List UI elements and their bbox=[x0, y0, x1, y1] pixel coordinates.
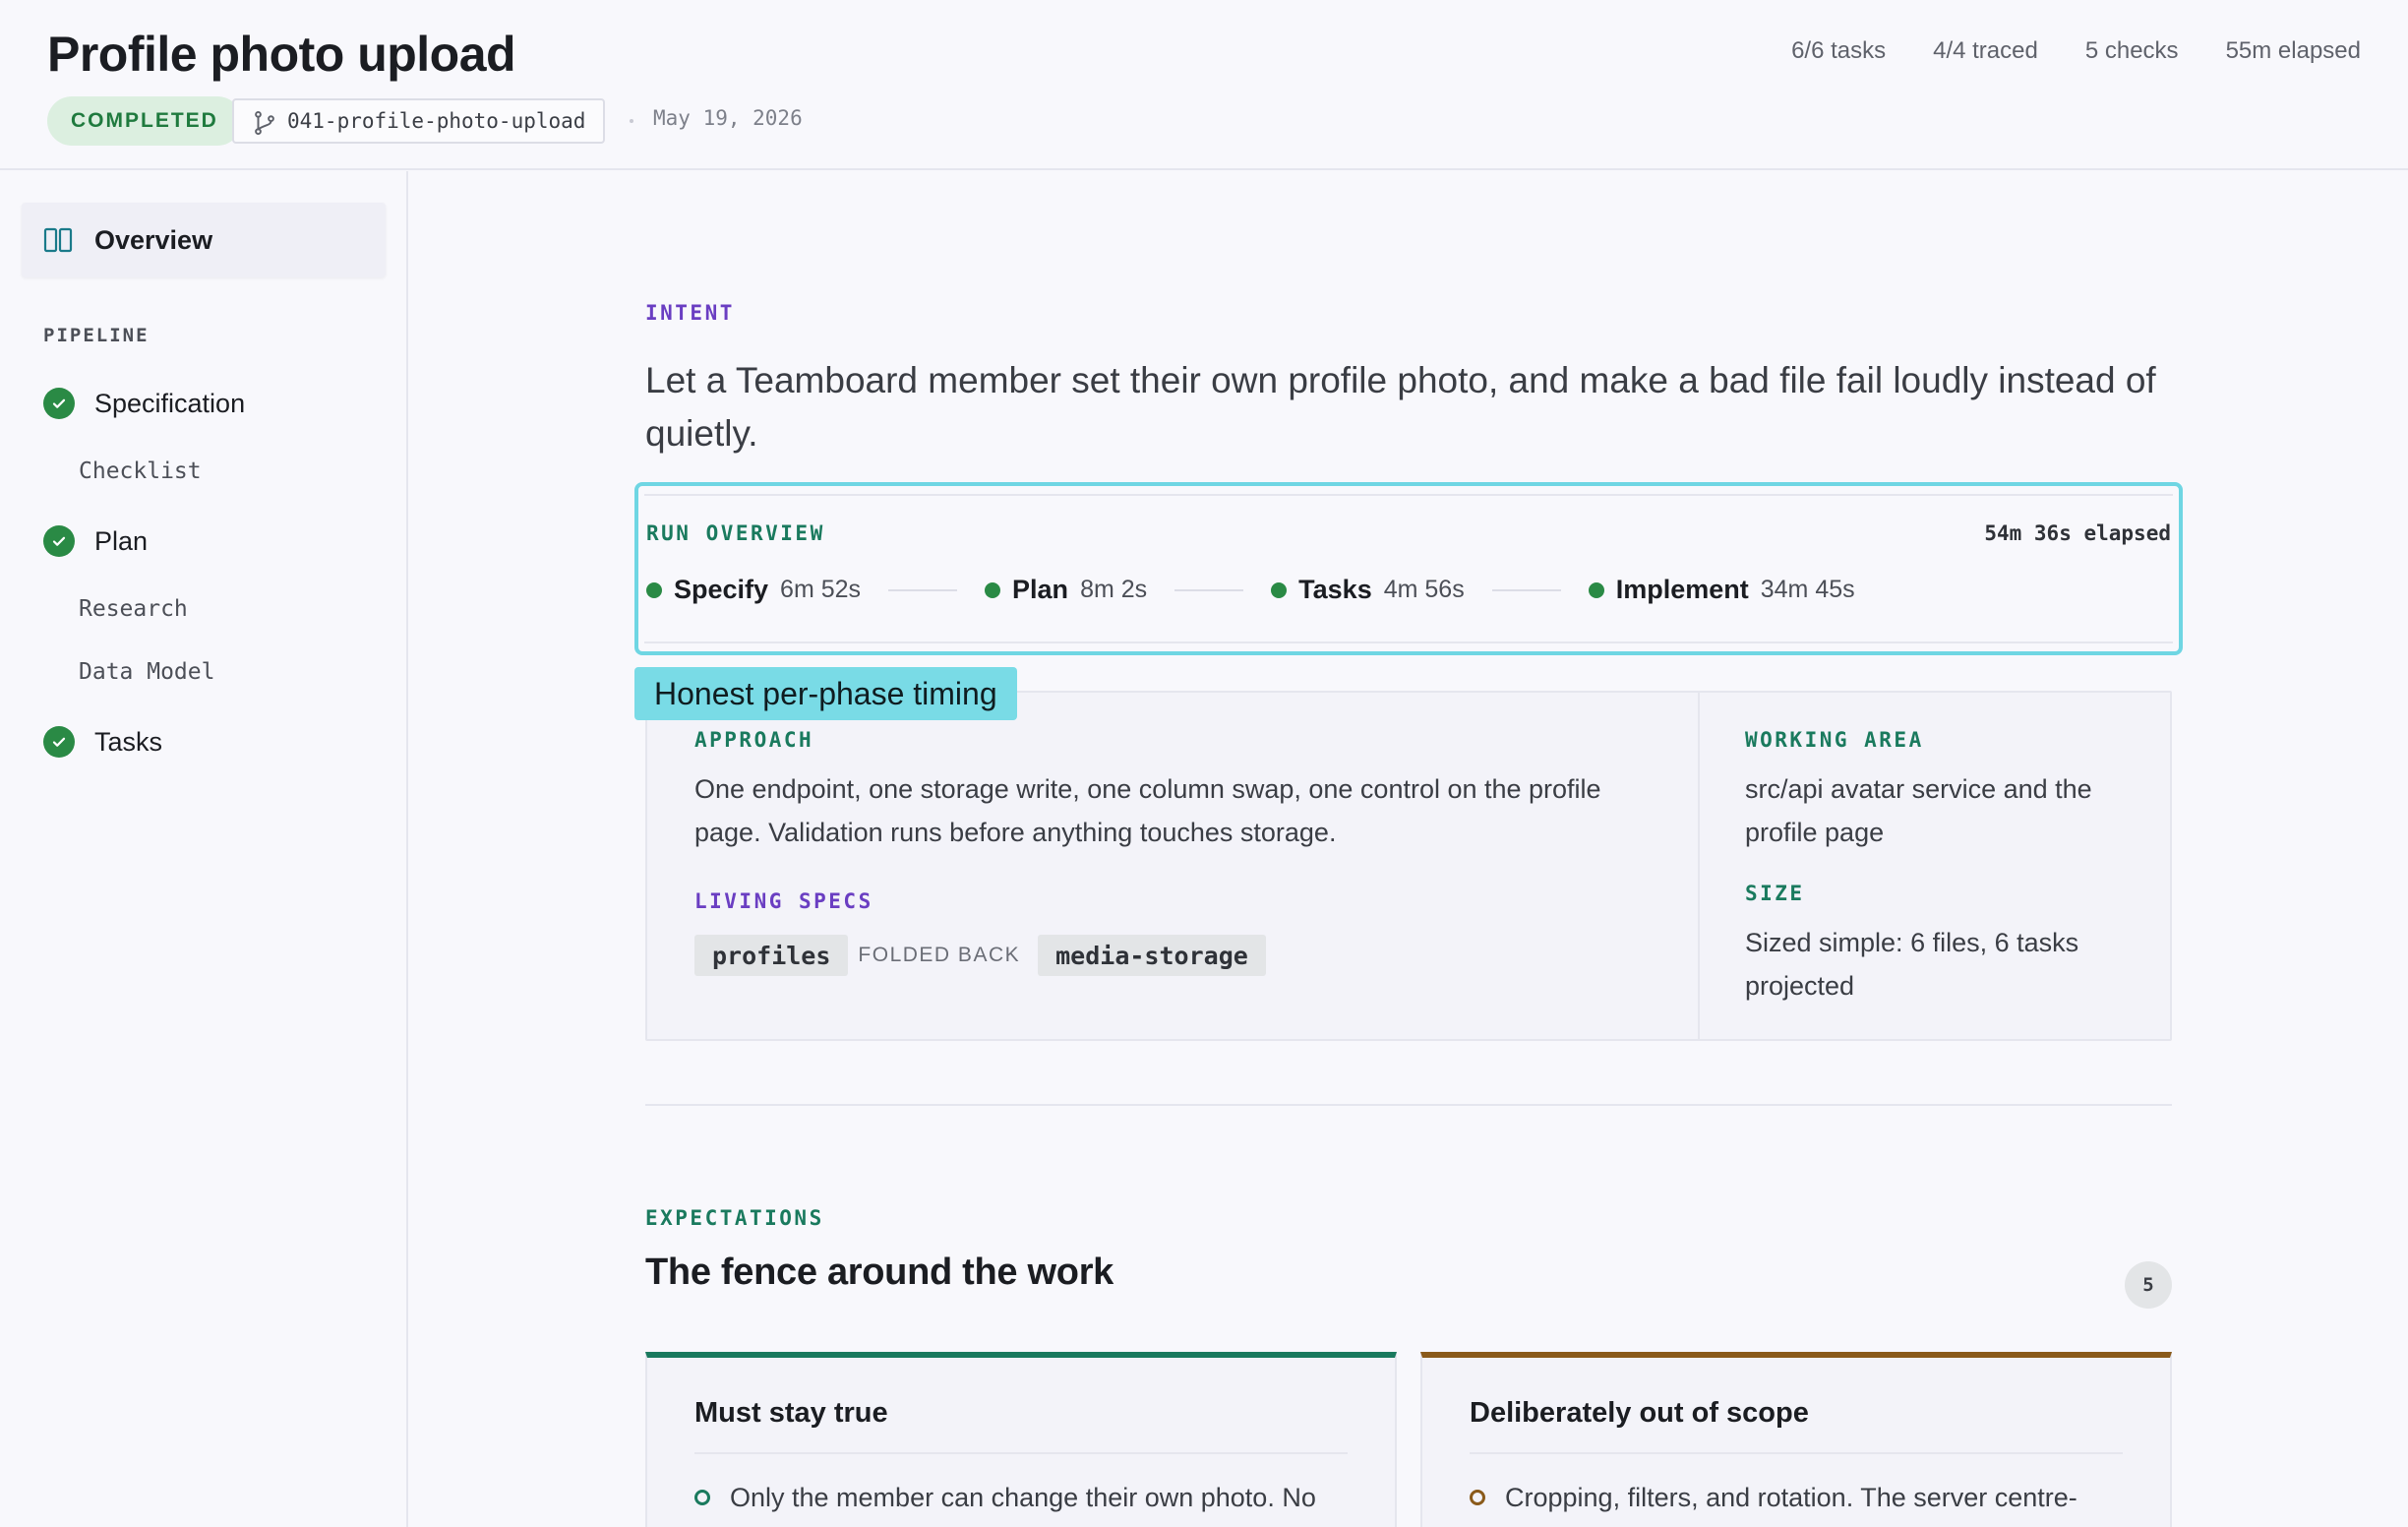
status-badge: COMPLETED bbox=[47, 96, 242, 146]
spec-chip-media-storage[interactable]: media-storage bbox=[1038, 935, 1266, 976]
status-dot-icon bbox=[646, 581, 662, 598]
card-title: Deliberately out of scope bbox=[1470, 1397, 1809, 1429]
branch-name: 041-profile-photo-upload bbox=[287, 109, 586, 133]
sidebar-item-specification[interactable]: Specification bbox=[43, 388, 245, 419]
git-branch-icon bbox=[255, 110, 274, 136]
check-circle-icon bbox=[43, 525, 75, 557]
living-specs-row: profiles FOLDED BACK media-storage bbox=[694, 935, 1266, 976]
working-area-text: src/api avatar service and the profile p… bbox=[1745, 774, 2092, 847]
sidebar-item-overview[interactable]: Overview bbox=[22, 203, 386, 277]
check-circle-icon bbox=[43, 726, 75, 758]
card-divider bbox=[1698, 693, 1700, 1039]
sidebar-item-tasks[interactable]: Tasks bbox=[43, 726, 162, 758]
size-label: SIZE bbox=[1745, 882, 1805, 905]
intent-text: Let a Teamboard member set their own pro… bbox=[645, 360, 2156, 454]
approach-card: APPROACH One endpoint, one storage write… bbox=[645, 691, 2172, 1041]
expectations-count-badge: 5 bbox=[2125, 1261, 2172, 1309]
circle-bullet-icon bbox=[1470, 1490, 1485, 1505]
list-item: Only the member can change their own pho… bbox=[694, 1476, 1348, 1519]
working-area-label: WORKING AREA bbox=[1745, 728, 1924, 752]
sidebar-item-label: Tasks bbox=[94, 726, 163, 757]
status-dot-icon bbox=[985, 581, 1001, 598]
header-stats: 6/6 tasks 4/4 traced 5 checks 55m elapse… bbox=[1791, 37, 2361, 65]
phase-plan: Plan 8m 2s bbox=[985, 575, 1147, 605]
spec-chip-profiles[interactable]: profiles bbox=[694, 935, 849, 976]
sidebar-item-plan[interactable]: Plan bbox=[43, 525, 148, 557]
list-item: Cropping, filters, and rotation. The ser… bbox=[1470, 1476, 2123, 1519]
sidebar: Overview PIPELINE Specification Checklis… bbox=[0, 171, 408, 1527]
sidebar-item-research[interactable]: Research bbox=[79, 596, 188, 622]
card-title: Must stay true bbox=[694, 1397, 888, 1429]
check-circle-icon bbox=[43, 388, 75, 419]
intent-label: INTENT bbox=[645, 301, 735, 325]
approach-label: APPROACH bbox=[694, 728, 814, 752]
phase-tasks: Tasks 4m 56s bbox=[1271, 575, 1465, 605]
timing-callout-label: Honest per-phase timing bbox=[634, 667, 1017, 720]
branch-chip[interactable]: 041-profile-photo-upload bbox=[232, 98, 606, 144]
must-stay-true-card: Must stay true Only the member can chang… bbox=[645, 1352, 1397, 1527]
stat-checks: 5 checks bbox=[2084, 37, 2179, 64]
sidebar-item-data-model[interactable]: Data Model bbox=[79, 659, 214, 685]
approach-text: One endpoint, one storage write, one col… bbox=[694, 774, 1601, 847]
out-of-scope-card: Deliberately out of scope Cropping, filt… bbox=[1420, 1352, 2172, 1527]
size-text: Sized simple: 6 files, 6 tasks projected bbox=[1745, 928, 2079, 1001]
book-open-icon bbox=[43, 227, 73, 253]
run-overview-label: RUN OVERVIEW bbox=[646, 521, 825, 545]
folded-back-label: FOLDED BACK bbox=[858, 944, 1021, 966]
page-title: Profile photo upload bbox=[47, 27, 516, 82]
main-content: INTENT Let a Teamboard member set their … bbox=[409, 171, 2408, 1527]
sidebar-item-label: Overview bbox=[94, 224, 213, 255]
phase-specify: Specify 6m 52s bbox=[646, 575, 861, 605]
expectations-title: The fence around the work bbox=[645, 1252, 1114, 1293]
status-dot-icon bbox=[1588, 581, 1604, 598]
circle-bullet-icon bbox=[694, 1490, 710, 1505]
sidebar-item-checklist[interactable]: Checklist bbox=[79, 458, 202, 484]
header-separator bbox=[630, 119, 633, 123]
sidebar-item-label: Specification bbox=[94, 388, 246, 418]
header-date: May 19, 2026 bbox=[653, 106, 803, 130]
expectations-label: EXPECTATIONS bbox=[645, 1206, 824, 1230]
run-overview-panel: RUN OVERVIEW 54m 36s elapsed Specify 6m … bbox=[634, 482, 2183, 655]
status-dot-icon bbox=[1271, 581, 1288, 598]
stat-elapsed: 55m elapsed bbox=[2225, 37, 2361, 64]
section-divider bbox=[645, 1104, 2172, 1106]
phase-implement: Implement 34m 45s bbox=[1588, 575, 1855, 605]
pipeline-label: PIPELINE bbox=[43, 325, 150, 346]
sidebar-item-label: Plan bbox=[94, 525, 149, 556]
stat-tasks: 6/6 tasks bbox=[1791, 37, 1887, 64]
stat-traced: 4/4 traced bbox=[1933, 37, 2038, 64]
run-elapsed: 54m 36s elapsed bbox=[1984, 521, 2171, 545]
page-header: Profile photo upload COMPLETED 041-profi… bbox=[0, 0, 2408, 170]
living-specs-label: LIVING SPECS bbox=[694, 889, 873, 913]
phase-timeline: Specify 6m 52s Plan 8m 2s Tasks 4m 56s I… bbox=[646, 575, 1855, 605]
